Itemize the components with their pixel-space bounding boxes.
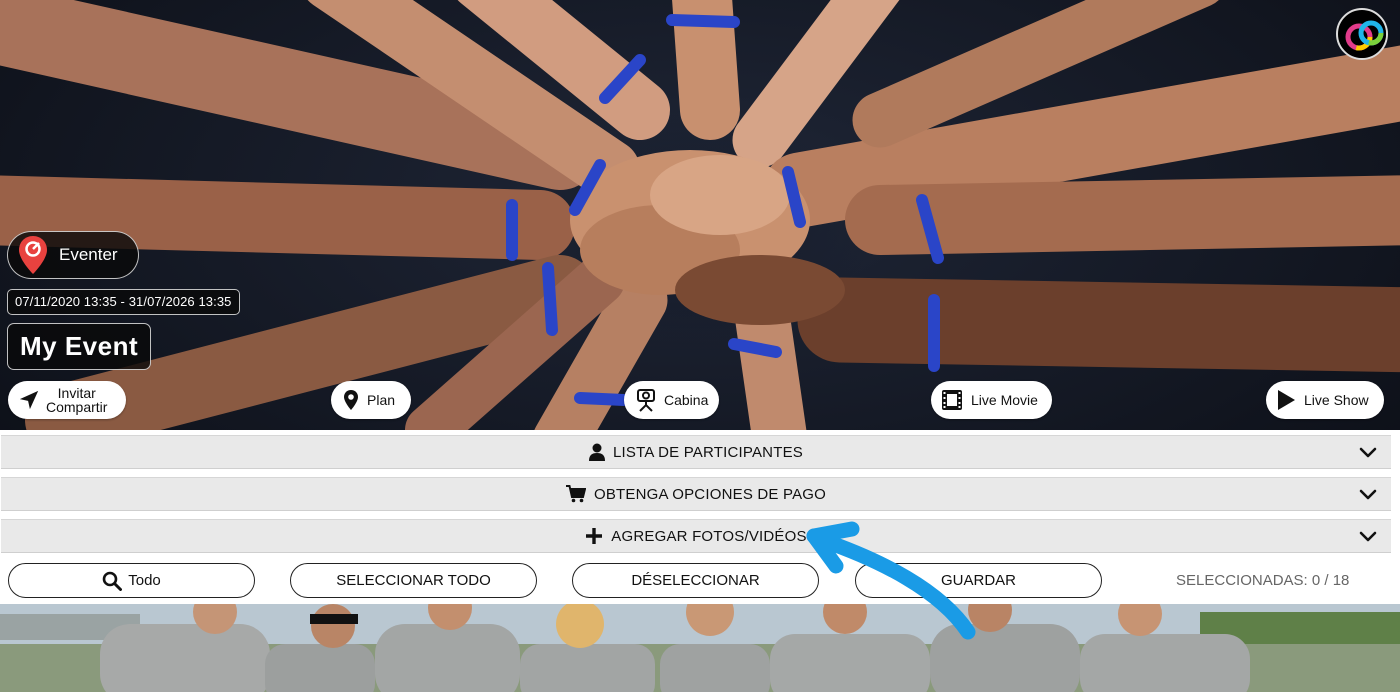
location-pin-logo-icon — [19, 236, 47, 274]
plan-button[interactable]: Plan — [331, 381, 411, 419]
payment-options-label: OBTENGA OPCIONES DE PAGO — [593, 485, 827, 503]
save-button[interactable]: GUARDAR — [855, 563, 1102, 598]
map-marker-icon — [344, 390, 358, 410]
play-icon — [1278, 390, 1295, 410]
participants-label: LISTA DE PARTICIPANTES — [612, 443, 803, 461]
add-media-section-header[interactable]: AGREGAR FOTOS/VIDÉOS — [1, 519, 1391, 553]
live-show-button[interactable]: Live Show — [1266, 381, 1384, 419]
select-all-button[interactable]: SELECCIONAR TODO — [290, 563, 537, 598]
send-icon — [19, 390, 39, 410]
filter-all-label: Todo — [128, 572, 161, 589]
event-title: My Event — [7, 323, 152, 370]
plan-label: Plan — [367, 392, 396, 408]
participants-section-header[interactable]: LISTA DE PARTICIPANTES — [1, 435, 1391, 469]
selected-count: SELECCIONADAS: 0 / 18 — [1176, 572, 1350, 589]
search-icon — [102, 571, 123, 591]
invite-share-button[interactable]: Invitar Compartir — [8, 381, 126, 419]
gallery-toolbar: Todo SELECCIONAR TODO DÉSELECCIONAR GUAR… — [0, 556, 1400, 604]
invite-label: Invitar — [57, 385, 96, 401]
filter-all-button[interactable]: Todo — [8, 563, 255, 598]
live-show-label: Live Show — [1304, 392, 1369, 408]
cabina-label: Cabina — [664, 392, 709, 408]
team-group-photo — [0, 604, 1400, 692]
photo-booth-icon — [637, 389, 655, 412]
live-movie-label: Live Movie — [971, 392, 1038, 408]
chevron-down-icon — [1359, 447, 1377, 458]
plus-icon — [586, 528, 603, 544]
add-media-label: AGREGAR FOTOS/VIDÉOS — [611, 527, 807, 545]
brand-label: Eventer — [59, 245, 118, 264]
gallery-photo-preview[interactable] — [0, 604, 1400, 692]
chevron-down-icon — [1359, 489, 1377, 500]
cart-icon — [565, 485, 586, 503]
event-date-range: 07/11/2020 13:35 - 31/07/2026 13:35 — [7, 289, 240, 315]
live-movie-button[interactable]: Live Movie — [931, 381, 1052, 419]
deselect-button[interactable]: DÉSELECCIONAR — [572, 563, 819, 598]
hands-together-photo — [0, 0, 1400, 430]
cabina-button[interactable]: Cabina — [624, 381, 719, 419]
payment-options-section-header[interactable]: OBTENGA OPCIONES DE PAGO — [1, 477, 1391, 511]
film-icon — [942, 390, 962, 410]
chevron-down-icon — [1359, 531, 1377, 542]
event-cover-image: Eventer 07/11/2020 13:35 - 31/07/2026 13… — [0, 0, 1400, 430]
share-label: Compartir — [46, 399, 108, 415]
user-icon — [588, 443, 605, 461]
user-avatar[interactable] — [1336, 8, 1388, 60]
brand-badge[interactable]: Eventer — [7, 231, 139, 279]
